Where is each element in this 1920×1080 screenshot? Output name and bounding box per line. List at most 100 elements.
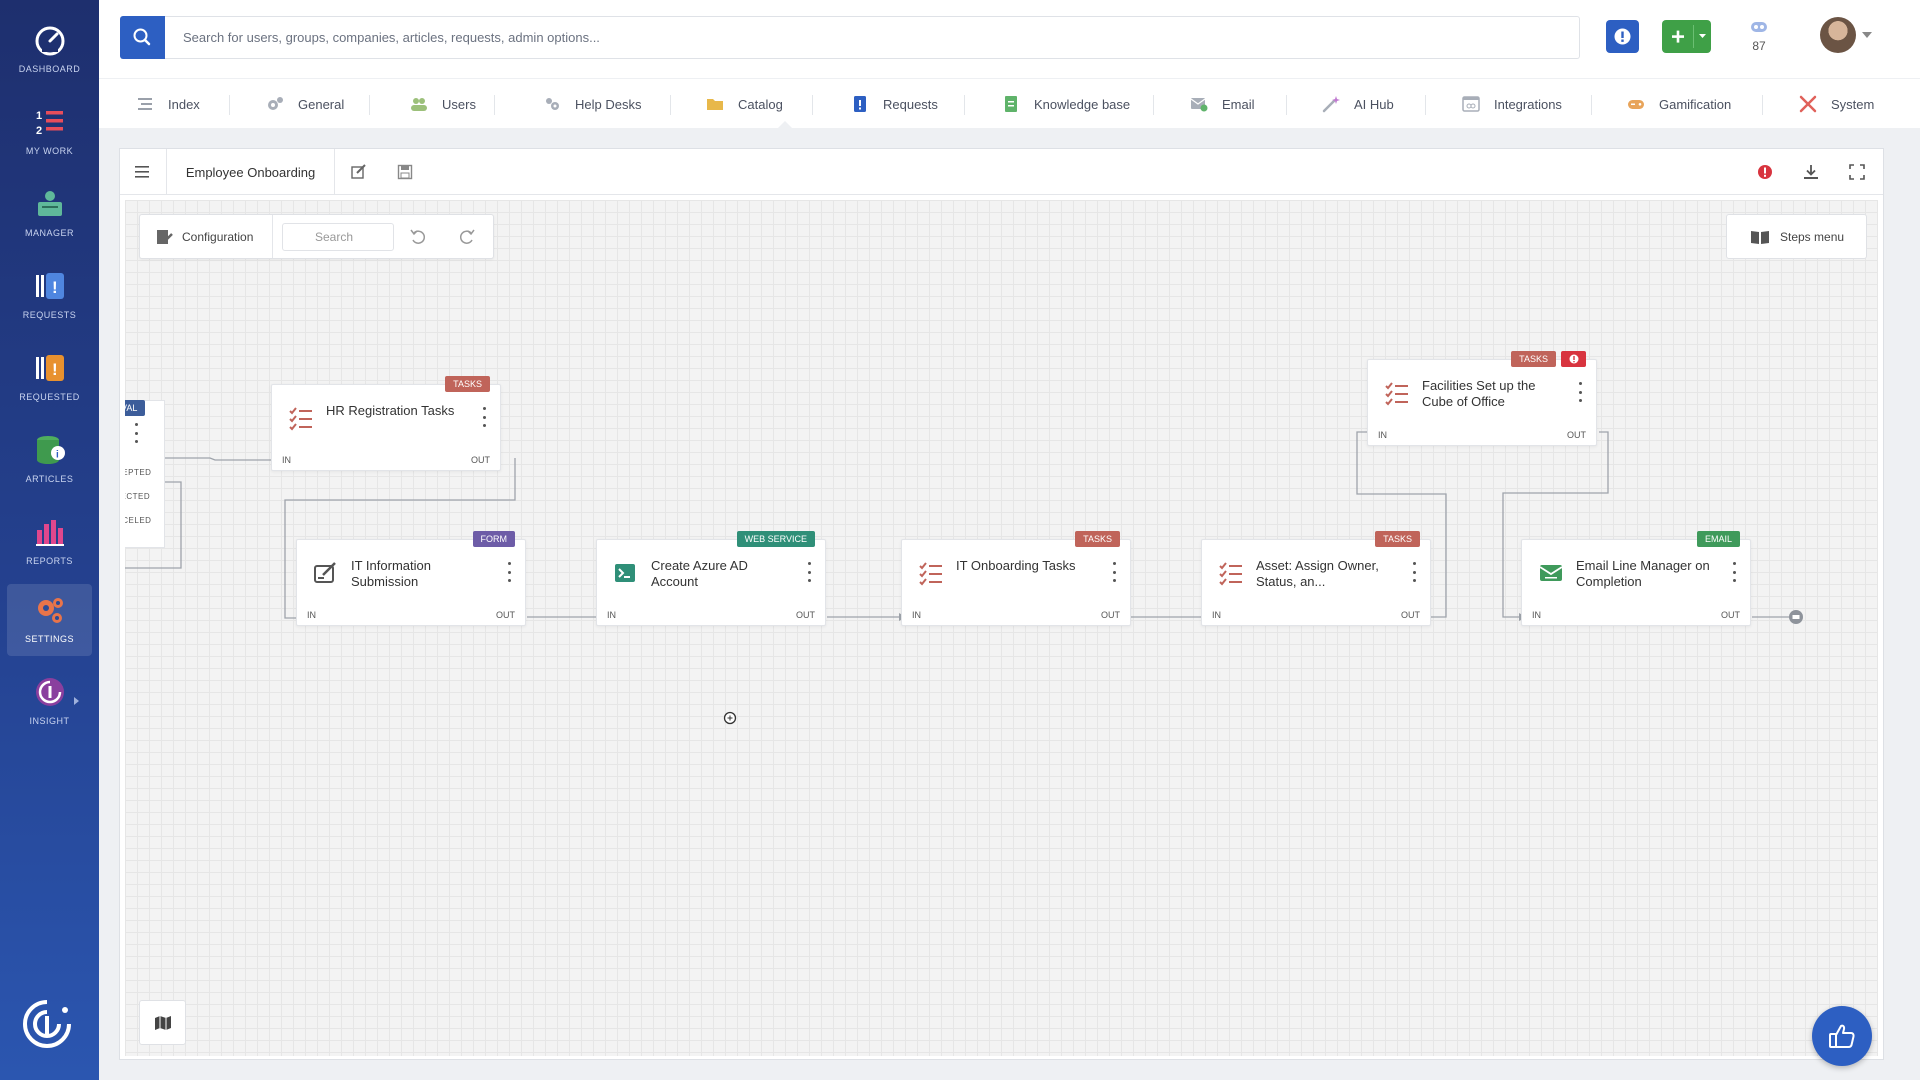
tab-gamification[interactable]: Gamification	[1627, 79, 1731, 129]
workflow-node-create-azure-ad-account[interactable]: WEB SERVICE Create Azure AD Account IN O…	[596, 531, 826, 626]
user-avatar[interactable]	[1820, 17, 1856, 53]
node-menu-button[interactable]	[1728, 562, 1740, 582]
workflow-node-hr-registration-tasks[interactable]: TASKS HR Registration Tasks IN OUT	[271, 376, 501, 471]
steps-menu-button[interactable]: Steps menu	[1726, 214, 1867, 259]
undo-icon[interactable]	[408, 226, 430, 248]
node-title: HR Registration Tasks	[326, 403, 455, 418]
node-out-port[interactable]: OUT	[1567, 430, 1586, 440]
sidebar-item-dashboard[interactable]: DASHBOARD	[7, 14, 92, 86]
node-in-port[interactable]: IN	[1532, 610, 1541, 620]
articles-icon: i	[37, 436, 65, 464]
workflow-node-asset-assign-owner[interactable]: TASKS Asset: Assign Owner, Status, an...…	[1201, 531, 1431, 626]
node-out-port[interactable]: OUT	[471, 455, 490, 465]
tab-index[interactable]: Index	[136, 79, 200, 129]
sidebar-label: DASHBOARD	[18, 64, 81, 74]
tab-help-desks[interactable]: Help Desks	[543, 79, 641, 129]
fullscreen-button[interactable]	[1834, 149, 1880, 195]
node-out-port[interactable]: OUT	[1101, 610, 1120, 620]
configuration-button[interactable]: Configuration	[140, 215, 273, 258]
tab-requests[interactable]: Requests	[851, 79, 938, 129]
node-menu-button[interactable]	[1574, 382, 1586, 402]
tab-general[interactable]: General	[266, 79, 344, 129]
sidebar-item-requests[interactable]: ! REQUESTS	[7, 260, 92, 332]
node-in-port[interactable]: IN	[1378, 430, 1387, 440]
step-search-input[interactable]	[282, 223, 394, 251]
workflow-canvas[interactable]: Configuration Steps menu OVAL CEPTED	[125, 200, 1878, 1056]
tab-divider	[1153, 95, 1154, 115]
node-menu-button[interactable]	[1108, 562, 1120, 582]
port-label: NCELED	[125, 516, 152, 525]
tab-label: Index	[168, 96, 200, 112]
sidebar-item-my-work[interactable]: 1 2 MY WORK	[7, 96, 92, 168]
edit-button[interactable]	[336, 149, 382, 195]
index-icon	[138, 98, 152, 110]
node-in-port[interactable]: IN	[307, 610, 316, 620]
insight-expand-icon[interactable]	[74, 697, 79, 705]
integrations-icon	[1462, 96, 1480, 112]
tab-knowledge-base[interactable]: Knowledge base	[1002, 79, 1130, 129]
save-button[interactable]	[382, 149, 428, 195]
notifications-button[interactable]: 87	[1739, 18, 1779, 58]
workflow-node-facilities-setup[interactable]: TASKS Facilities Set up the Cube of Offi…	[1367, 351, 1597, 446]
node-in-port[interactable]: IN	[1212, 610, 1221, 620]
minimap-toggle-button[interactable]	[139, 1000, 186, 1045]
alert-button[interactable]	[1606, 20, 1639, 53]
tab-system[interactable]: System	[1799, 79, 1874, 129]
node-type-badge: FORM	[472, 531, 515, 547]
node-out-port[interactable]: OUT	[796, 610, 815, 620]
redo-icon[interactable]	[455, 226, 477, 248]
sidebar-label: MANAGER	[24, 228, 74, 238]
sidebar-item-settings[interactable]: SETTINGS	[7, 584, 92, 656]
node-menu-button[interactable]	[478, 407, 490, 427]
workflow-node-it-information-submission[interactable]: FORM IT Information Submission IN OUT	[296, 531, 526, 626]
download-button[interactable]	[1788, 149, 1834, 195]
tab-divider	[1591, 95, 1592, 115]
node-out-port[interactable]: OUT	[1721, 610, 1740, 620]
node-menu-button[interactable]	[1408, 562, 1420, 582]
node-menu-button[interactable]	[803, 562, 815, 582]
steps-menu-label: Steps menu	[1780, 229, 1845, 244]
form-edit-icon	[314, 562, 336, 583]
sidebar-item-reports[interactable]: REPORTS	[7, 506, 92, 578]
tab-users[interactable]: Users	[410, 79, 476, 129]
node-in-port[interactable]: IN	[912, 610, 921, 620]
tab-divider	[1762, 95, 1763, 115]
tasks-checklist-icon	[1219, 562, 1242, 586]
node-menu-button[interactable]	[503, 562, 515, 582]
port-label: CEPTED	[125, 468, 152, 477]
sidebar-item-insight[interactable]: INSIGHT	[7, 666, 92, 738]
node-type-badge: EMAIL	[1696, 531, 1740, 547]
tab-email[interactable]: Email	[1190, 79, 1255, 129]
node-error-badge[interactable]	[1561, 351, 1586, 367]
workflow-node-email-line-manager[interactable]: EMAIL Email Line Manager on Completion I…	[1521, 531, 1751, 626]
node-in-port[interactable]: IN	[282, 455, 291, 465]
node-menu-button[interactable]	[130, 423, 142, 443]
fullscreen-expand-icon	[1849, 164, 1865, 180]
sidebar-item-requested[interactable]: ! REQUESTED	[7, 342, 92, 414]
global-search-input[interactable]	[165, 16, 1580, 59]
sidebar-item-manager[interactable]: MANAGER	[7, 178, 92, 250]
node-out-port[interactable]: OUT	[1401, 610, 1420, 620]
dashboard-gauge-icon	[35, 26, 65, 56]
tab-integrations[interactable]: Integrations	[1462, 79, 1562, 129]
tab-ai-hub[interactable]: AI Hub	[1322, 79, 1394, 129]
web-service-terminal-icon	[615, 564, 635, 582]
approval-node-partial[interactable]: OVAL CEPTED JECTED NCELED	[125, 400, 165, 548]
chevron-down-icon[interactable]	[1862, 32, 1872, 38]
gamification-icon	[1628, 100, 1644, 109]
workflow-editor-panel: Employee Onboarding Configuration Search…	[119, 148, 1884, 1060]
node-out-port[interactable]: OUT	[496, 610, 515, 620]
workflow-node-it-onboarding-tasks[interactable]: TASKS IT Onboarding Tasks IN OUT	[901, 531, 1131, 626]
node-in-port[interactable]: IN	[607, 610, 616, 620]
insight-icon	[36, 678, 64, 706]
feedback-like-button[interactable]	[1812, 1006, 1872, 1066]
sidebar-item-articles[interactable]: i ARTICLES	[7, 424, 92, 496]
menu-toggle-button[interactable]	[120, 149, 166, 195]
top-bar: 87	[99, 0, 1920, 78]
node-title: IT Onboarding Tasks	[956, 558, 1076, 573]
global-search-button[interactable]	[120, 16, 165, 59]
tab-catalog[interactable]: Catalog	[706, 79, 783, 129]
add-new-button[interactable]	[1662, 20, 1711, 53]
tab-divider	[494, 95, 495, 115]
error-indicator-button[interactable]	[1742, 149, 1788, 195]
